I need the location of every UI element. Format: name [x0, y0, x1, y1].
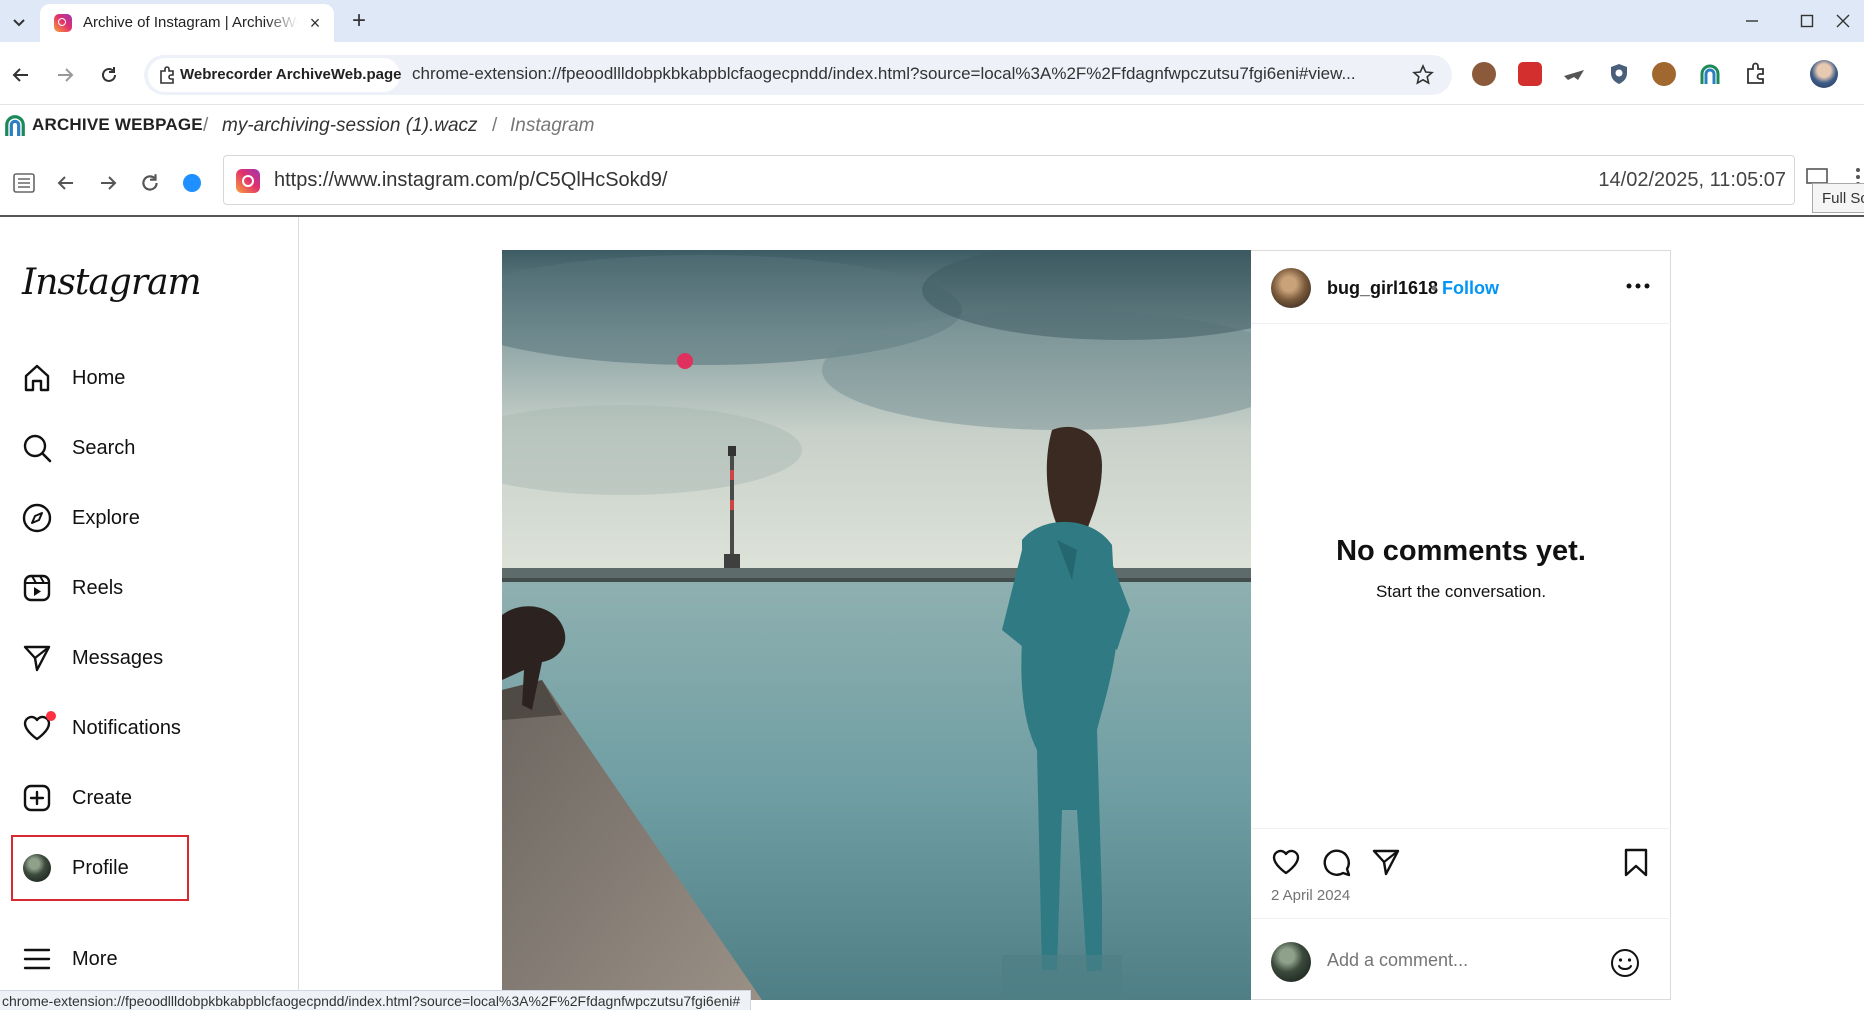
share-icon[interactable]: [1370, 846, 1402, 878]
search-icon: [20, 431, 54, 465]
plane-extension-icon[interactable]: [1562, 62, 1586, 86]
avatar: [1271, 942, 1311, 982]
nav-messages-label: Messages: [72, 646, 164, 669]
archiveweb-logo-icon: [4, 114, 26, 136]
new-tab-button[interactable]: +: [346, 8, 372, 34]
post-image[interactable]: [502, 250, 1251, 1000]
nav-create-label: Create: [72, 786, 133, 809]
replay-reload-icon[interactable]: [135, 168, 165, 198]
create-icon: [20, 781, 54, 815]
breadcrumb-separator: /: [203, 115, 209, 136]
bookmark-star-icon[interactable]: [1408, 60, 1438, 90]
reels-icon: [20, 571, 54, 605]
explore-icon: [20, 501, 54, 535]
nav-more-label: More: [72, 947, 118, 970]
site-chip-label: Webrecorder ArchiveWeb.page: [180, 66, 402, 83]
page-list-icon[interactable]: [9, 168, 39, 198]
heart-icon: [20, 711, 56, 745]
notification-badge: [46, 711, 56, 721]
fullscreen-tooltip: Full Sc: [1812, 183, 1864, 213]
shield-extension-icon[interactable]: [1607, 62, 1631, 86]
save-bookmark-icon[interactable]: [1620, 846, 1652, 878]
nav-reels[interactable]: Reels: [20, 564, 320, 612]
cookie-extension-icon[interactable]: [1472, 62, 1496, 86]
divider: [1251, 918, 1671, 919]
replay-forward-icon[interactable]: [93, 168, 123, 198]
instagram-logo[interactable]: Instagram: [22, 262, 202, 303]
nav-create[interactable]: Create: [20, 774, 320, 822]
site-info-chip[interactable]: Webrecorder ArchiveWeb.page: [148, 58, 402, 92]
extensions-puzzle-icon[interactable]: [1744, 62, 1768, 86]
instagram-favicon-icon: [54, 14, 72, 32]
status-bar-url: chrome-extension://fpeoodllldobpkbkabpbl…: [0, 990, 752, 1010]
red-extension-icon[interactable]: [1518, 62, 1542, 86]
comment-input[interactable]: [1327, 950, 1587, 971]
profile-highlight-box: [11, 835, 189, 901]
emoji-icon[interactable]: [1610, 948, 1640, 978]
archiveweb-extension-icon[interactable]: [1698, 62, 1722, 86]
browser-url[interactable]: chrome-extension://fpeoodllldobpkbkabpbl…: [412, 64, 1356, 84]
follow-button[interactable]: Follow: [1442, 278, 1499, 299]
no-comments-subtitle: Start the conversation.: [1375, 582, 1547, 601]
tab-title: Archive of Instagram | ArchiveWeb.page: [83, 14, 298, 31]
replay-back-icon[interactable]: [51, 168, 81, 198]
nav-reels-label: Reels: [72, 576, 124, 599]
nav-search[interactable]: Search: [20, 424, 320, 472]
instagram-favicon-icon: [236, 169, 260, 193]
nav-home-label: Home: [72, 366, 126, 389]
browser-tab[interactable]: Archive of Instagram | ArchiveWeb.page ×: [40, 4, 334, 42]
like-heart-icon[interactable]: [1270, 846, 1302, 878]
reload-icon[interactable]: [94, 60, 124, 90]
breadcrumb-page: Instagram: [510, 115, 595, 136]
nav-more[interactable]: More: [20, 935, 320, 983]
nav-home[interactable]: Home: [20, 354, 320, 402]
forward-icon[interactable]: [50, 60, 80, 90]
loading-indicator-icon: [177, 168, 207, 198]
comment-icon[interactable]: [1320, 846, 1352, 878]
breadcrumb-separator: /: [492, 115, 498, 136]
capture-timestamp: 14/02/2025, 11:05:07: [1598, 169, 1786, 191]
maximize-icon[interactable]: [1790, 8, 1824, 34]
replay-address-bar[interactable]: https://www.instagram.com/p/C5QlHcSokd9/…: [223, 155, 1795, 205]
divider: [1251, 828, 1671, 829]
archiveweb-logo-text[interactable]: ARCHIVE WEBPAGE: [32, 115, 203, 135]
breadcrumb-archive[interactable]: my-archiving-session (1).wacz: [222, 115, 478, 137]
tab-search-chevron-icon[interactable]: [6, 9, 32, 35]
profile-avatar[interactable]: [1810, 60, 1838, 88]
nav-explore[interactable]: Explore: [20, 494, 320, 542]
window-close-icon[interactable]: [1828, 8, 1858, 34]
replay-url[interactable]: https://www.instagram.com/p/C5QlHcSokd9/: [274, 169, 667, 192]
nav-explore-label: Explore: [72, 506, 140, 529]
nav-search-label: Search: [72, 436, 136, 459]
home-icon: [20, 361, 54, 395]
messages-icon: [20, 641, 54, 675]
nav-notifications[interactable]: Notifications: [20, 704, 320, 752]
post-username[interactable]: bug_girl1618: [1327, 278, 1438, 299]
nav-messages[interactable]: Messages: [20, 634, 320, 682]
cookie2-extension-icon[interactable]: [1652, 62, 1676, 86]
menu-icon: [20, 942, 54, 976]
post-date: 2 April 2024: [1271, 887, 1351, 904]
back-icon[interactable]: [6, 60, 36, 90]
more-options-icon[interactable]: [1624, 276, 1652, 296]
nav-notifications-label: Notifications: [72, 716, 181, 739]
no-comments-title: No comments yet.: [1336, 535, 1586, 567]
avatar[interactable]: [1271, 268, 1311, 308]
tab-close-icon[interactable]: ×: [304, 12, 326, 34]
minimize-icon[interactable]: [1735, 8, 1769, 34]
separator-dot: •: [1431, 278, 1438, 298]
extension-puzzle-icon: [158, 66, 176, 84]
